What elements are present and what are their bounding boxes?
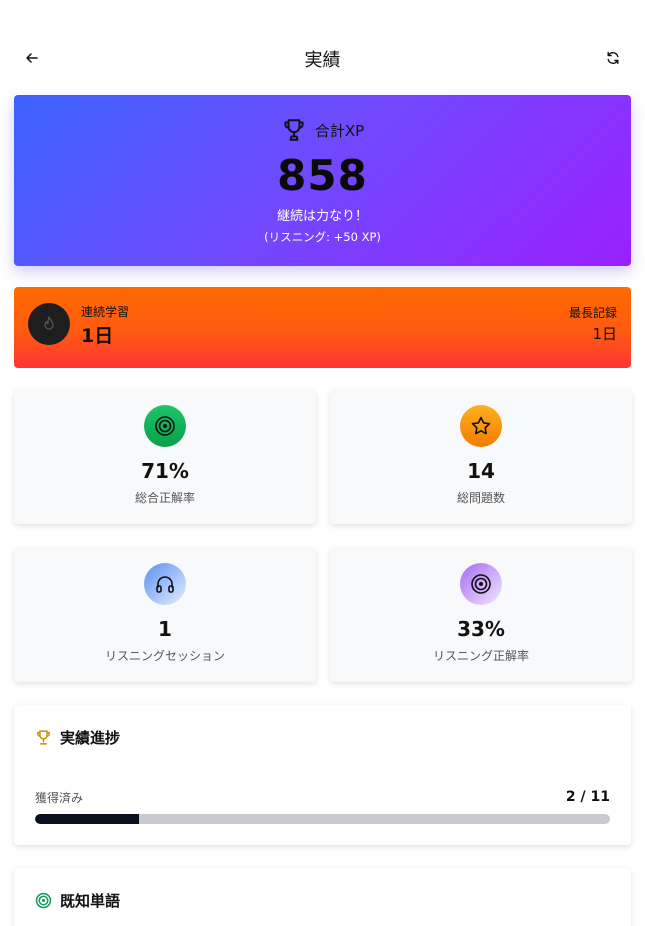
target-icon	[35, 892, 52, 909]
section-title: 既知単語	[60, 892, 121, 910]
page-header: 実績	[0, 40, 645, 76]
earned-label: 獲得済み	[35, 791, 84, 805]
flame-icon	[44, 316, 54, 330]
achievement-progress-card: 実績進捗 獲得済み 2 / 11	[14, 705, 631, 845]
stat-icon-badge	[460, 563, 502, 605]
stat-card-listening-accuracy: 33% リスニング正解率	[330, 548, 632, 682]
stat-label: 総合正解率	[134, 491, 195, 505]
stat-label: 総問題数	[456, 491, 505, 505]
xp-label: 合計XP	[314, 121, 365, 140]
section-title: 実績進捗	[60, 729, 121, 747]
refresh-button[interactable]	[603, 48, 623, 68]
trophy-icon	[37, 730, 50, 745]
refresh-icon	[607, 51, 619, 65]
stat-card-total-questions: 14 総問題数	[330, 390, 632, 524]
target-icon	[471, 574, 491, 594]
star-icon	[471, 416, 491, 435]
stat-label: リスニング正解率	[432, 649, 529, 663]
xp-value: 858	[277, 151, 368, 200]
stat-icon-badge	[144, 405, 186, 447]
stat-value: 14	[467, 459, 495, 483]
stat-icon-badge	[144, 563, 186, 605]
earned-count: 2 / 11	[565, 789, 610, 805]
progress-bar	[35, 814, 610, 824]
streak-value: 1日	[81, 325, 114, 347]
headphones-icon	[156, 576, 174, 593]
stat-value: 1	[158, 617, 172, 641]
stat-label: リスニングセッション	[104, 649, 225, 663]
trophy-icon	[284, 119, 304, 141]
known-words-card: 既知単語	[14, 868, 631, 926]
streak-card: 連続学習 1日 最長記録 1日	[14, 287, 631, 368]
stat-icon-badge	[460, 405, 502, 447]
total-xp-card: 合計XP 858 継続は力なり！ (リスニング: +50 XP)	[14, 95, 631, 266]
xp-message: 継続は力なり！	[276, 209, 368, 224]
stat-card-listening-sessions: 1 リスニングセッション	[14, 548, 316, 682]
best-record-label: 最長記録	[568, 306, 617, 320]
progress-bar-fill	[35, 814, 139, 824]
page-title: 実績	[304, 50, 341, 71]
target-icon	[155, 416, 175, 436]
stat-card-accuracy: 71% 総合正解率	[14, 390, 316, 524]
stat-value: 33%	[457, 617, 505, 641]
listening-bonus: (リスニング: +50 XP)	[264, 230, 381, 244]
flame-badge	[28, 303, 70, 345]
stat-value: 71%	[141, 459, 189, 483]
best-record-value: 1日	[592, 325, 617, 343]
streak-label: 連続学習	[81, 305, 130, 319]
